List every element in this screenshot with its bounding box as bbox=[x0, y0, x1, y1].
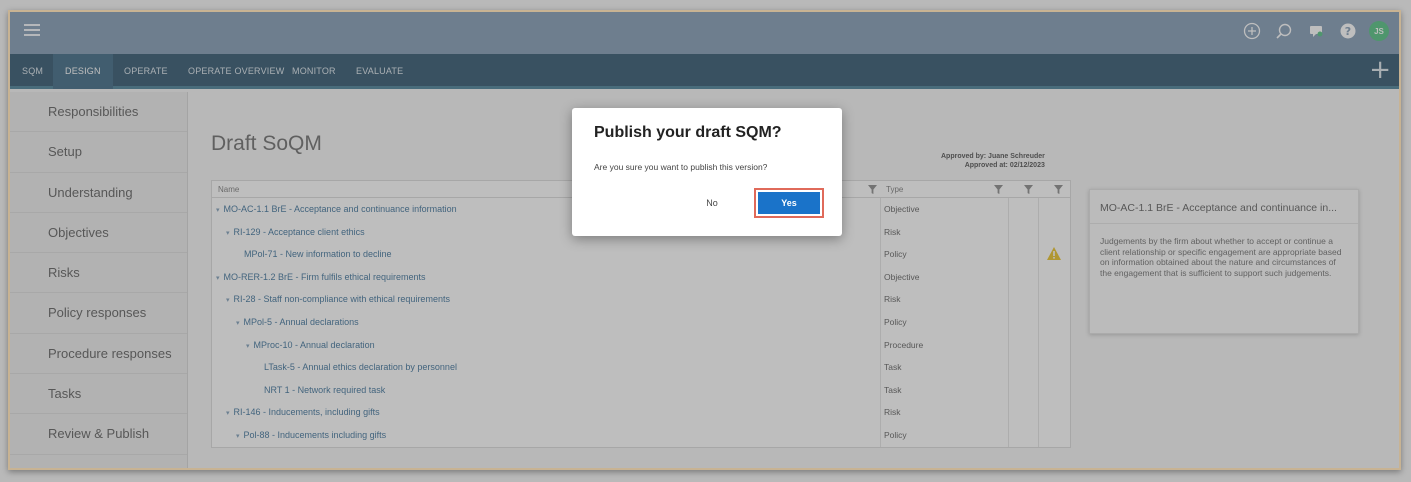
dialog-message: Are you sure you want to publish this ve… bbox=[594, 162, 768, 172]
yes-button[interactable]: Yes bbox=[758, 192, 820, 214]
app-window: ? JS SQM DESIGN OPERATE OPERATE OVERVIEW… bbox=[8, 10, 1401, 470]
yes-button-highlight: Yes bbox=[754, 188, 824, 218]
publish-dialog: Publish your draft SQM? Are you sure you… bbox=[572, 108, 842, 236]
modal-overlay[interactable] bbox=[10, 12, 1399, 468]
dialog-title: Publish your draft SQM? bbox=[594, 124, 782, 141]
no-button[interactable]: No bbox=[697, 193, 727, 213]
